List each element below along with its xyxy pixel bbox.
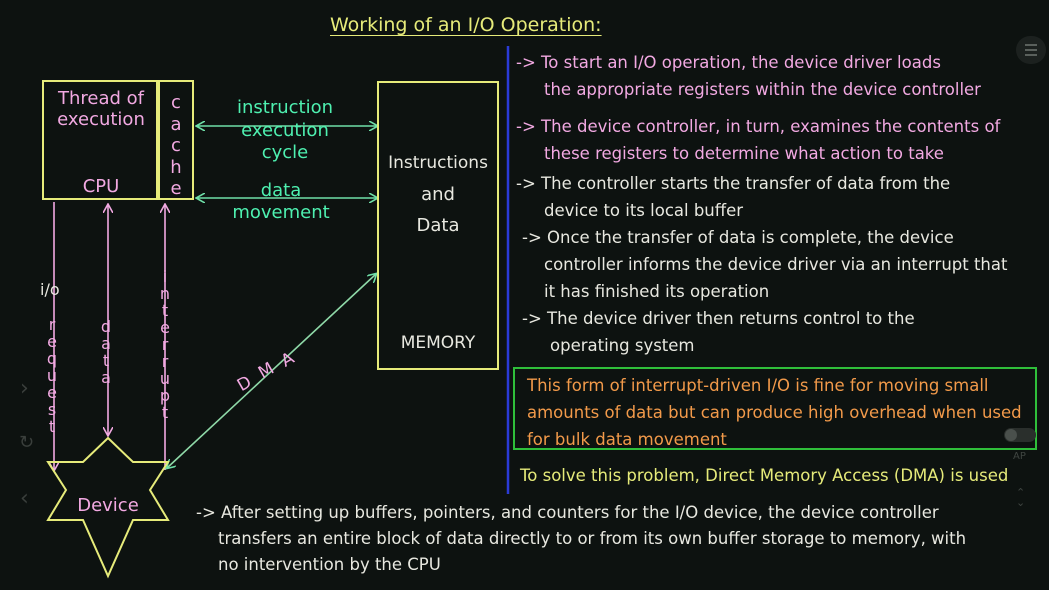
menu-button[interactable] xyxy=(1016,36,1046,64)
io-label: i/o xyxy=(40,280,60,299)
overlay-label: AP xyxy=(1013,451,1026,462)
dma-description: -> After setting up buffers, pointers, a… xyxy=(196,500,966,578)
bullet-arrow: -> xyxy=(196,503,216,522)
interrupt-letter: n xyxy=(159,284,171,303)
interrupt-letter: e xyxy=(160,318,170,337)
bullet-arrow: -> xyxy=(516,53,536,72)
dma-line: After setting up buffers, pointers, and … xyxy=(221,503,939,522)
chevron-right-icon[interactable]: › xyxy=(20,376,29,401)
thread-of-execution-label: Thread of execution xyxy=(46,88,156,130)
bullet-line: the appropriate registers within the dev… xyxy=(544,80,981,99)
interrupt-letter: r xyxy=(161,335,169,354)
note-line: for bulk data movement xyxy=(527,430,727,449)
request-letter: t xyxy=(48,417,56,436)
request-letter: u xyxy=(46,366,58,385)
data-text: Data xyxy=(416,215,460,236)
bullet-item: -> The device driver then returns contro… xyxy=(516,305,1007,332)
cache-letter: h xyxy=(170,156,182,178)
bullet-arrow: -> xyxy=(516,174,536,193)
toggle-icon[interactable] xyxy=(1004,428,1036,442)
interrupt-letter: i xyxy=(162,267,168,286)
request-letter: s xyxy=(47,400,57,419)
cache-letter: a xyxy=(170,113,182,135)
bullet-item: -> Once the transfer of data is complete… xyxy=(516,224,1007,251)
instruction-execution-cycle-label: instruction execution cycle xyxy=(222,97,348,165)
note-line: This form of interrupt-driven I/O is fin… xyxy=(527,376,989,395)
bullet-line: operating system xyxy=(550,336,695,355)
request-label: r e q u e s t xyxy=(44,316,60,435)
memory-content: Instructions and Data xyxy=(379,148,497,241)
instruction-text: instruction xyxy=(236,97,334,118)
bullet-line: device to its local buffer xyxy=(544,201,744,220)
menu-icon xyxy=(1025,44,1037,56)
dma-line: no intervention by the CPU xyxy=(218,555,441,574)
thread-line1: Thread of xyxy=(57,88,144,109)
data-vertical-label: d a t a xyxy=(98,318,114,386)
bullet-item: -> The device controller, in turn, exami… xyxy=(516,113,1007,140)
thread-line2: execution xyxy=(57,109,145,130)
data-text: data xyxy=(260,180,302,201)
interrupt-letter: u xyxy=(159,369,171,388)
interrupt-label: i n t e r r u p t xyxy=(157,268,173,421)
bullet-line: The device driver then returns control t… xyxy=(547,309,915,328)
bullet-arrow: -> xyxy=(522,228,542,247)
bullet-line: Once the transfer of data is complete, t… xyxy=(547,228,954,247)
bullet-line: it has finished its operation xyxy=(544,282,770,301)
dma-solution-text: To solve this problem, Direct Memory Acc… xyxy=(520,466,1009,485)
refresh-icon[interactable]: ↻ xyxy=(19,432,34,453)
bullet-line: these registers to determine what action… xyxy=(544,144,944,163)
bullet-line: To start an I/O operation, the device dr… xyxy=(541,53,941,72)
request-letter: r xyxy=(48,315,56,334)
data-letter: d xyxy=(100,317,112,336)
data-letter: a xyxy=(101,334,111,353)
bullet-item: -> The controller starts the transfer of… xyxy=(516,170,1007,197)
movement-text: movement xyxy=(232,202,330,223)
request-letter: e xyxy=(47,383,57,402)
bullet-line: The controller starts the transfer of da… xyxy=(541,174,951,193)
request-letter: e xyxy=(47,332,57,351)
interrupt-letter: t xyxy=(161,403,169,422)
cycle-text: cycle xyxy=(261,142,309,163)
and-text: and xyxy=(421,184,455,205)
data-letter: a xyxy=(101,368,111,387)
cache-letter: e xyxy=(170,178,182,199)
dma-description-line: -> After setting up buffers, pointers, a… xyxy=(196,500,966,526)
bullet-list: -> To start an I/O operation, the device… xyxy=(516,49,1007,359)
data-letter: t xyxy=(102,351,110,370)
cache-label: c a c h e xyxy=(160,92,192,200)
bullet-line: The device controller, in turn, examines… xyxy=(541,117,1001,136)
dma-line: transfers an entire block of data direct… xyxy=(218,529,967,548)
cache-letter: c xyxy=(171,135,181,156)
overhead-note-box: This form of interrupt-driven I/O is fin… xyxy=(513,367,1037,450)
bullet-arrow: -> xyxy=(516,117,536,136)
bullet-line: controller informs the device driver via… xyxy=(544,255,1008,274)
interrupt-letter: r xyxy=(161,352,169,371)
request-letter: q xyxy=(46,349,58,368)
bullet-item: -> To start an I/O operation, the device… xyxy=(516,49,1007,76)
interrupt-letter: p xyxy=(159,386,171,405)
cache-letter: c xyxy=(171,92,181,113)
instructions-text: Instructions xyxy=(388,153,488,173)
note-line: amounts of data but can produce high ove… xyxy=(527,403,1022,422)
data-movement-label: data movement xyxy=(222,180,340,224)
memory-label: MEMORY xyxy=(400,333,476,353)
chevron-up-down-icon[interactable]: ⌃ ⌄ xyxy=(1016,487,1025,508)
chevron-left-icon[interactable]: ‹ xyxy=(20,486,29,511)
bullet-arrow: -> xyxy=(522,309,542,328)
device-label: Device xyxy=(77,495,139,516)
execution-text: execution xyxy=(241,119,329,141)
cpu-label: CPU xyxy=(82,176,120,197)
interrupt-letter: t xyxy=(161,301,169,320)
